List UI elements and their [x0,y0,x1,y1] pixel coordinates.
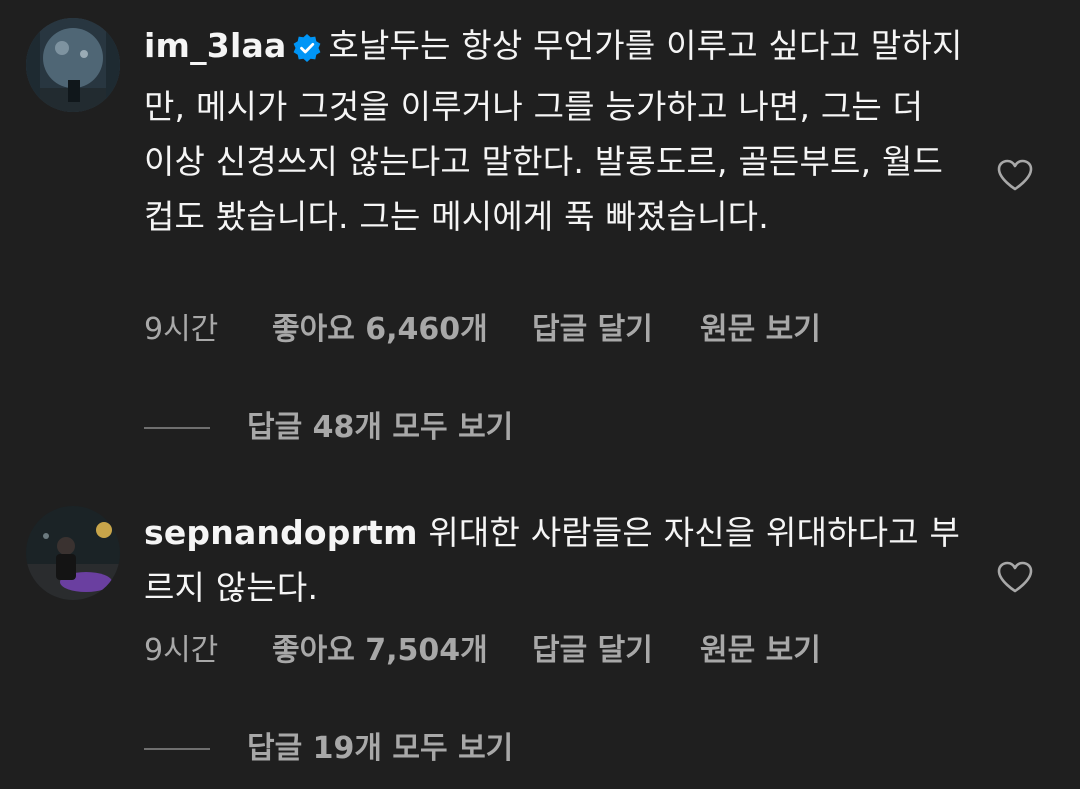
heart-outline-icon[interactable] [996,158,1034,192]
comment-likes[interactable]: 좋아요 6,460개 [272,310,488,350]
heart-outline-icon[interactable] [996,560,1034,594]
comment-text-block: im_3laa 호날두는 항상 무언가를 이루고 싶다고 말하지만, 메시가 그것… [144,18,964,244]
replies-divider [144,748,210,750]
see-original-button[interactable]: 원문 보기 [700,310,821,350]
comment-time: 9시간 [144,633,219,668]
avatar[interactable] [26,506,120,600]
view-replies-label: 답글 19개 모두 보기 [247,731,514,766]
see-original-button[interactable]: 원문 보기 [700,631,821,671]
comment-time: 9시간 [144,312,219,347]
comment-likes[interactable]: 좋아요 7,504개 [272,631,488,671]
reply-button[interactable]: 답글 달기 [532,310,653,350]
comment-meta: 9시간 좋아요 6,460개 답글 달기 원문 보기 [144,310,904,350]
comment-meta: 9시간 좋아요 7,504개 답글 달기 원문 보기 [144,631,904,671]
verified-badge-icon [292,24,322,79]
view-replies-label: 답글 48개 모두 보기 [247,410,514,445]
avatar[interactable] [26,18,120,112]
comment-text-block: sepnandoprtm 위대한 사람들은 자신을 위대하다고 부르지 않는다. [144,505,964,615]
view-replies-button[interactable]: 답글 48개 모두 보기 [144,408,644,448]
view-replies-button[interactable]: 답글 19개 모두 보기 [144,729,644,769]
reply-button[interactable]: 답글 달기 [532,631,653,671]
comment-username[interactable]: sepnandoprtm [144,513,418,552]
replies-divider [144,427,210,429]
comment-username[interactable]: im_3laa [144,26,286,65]
